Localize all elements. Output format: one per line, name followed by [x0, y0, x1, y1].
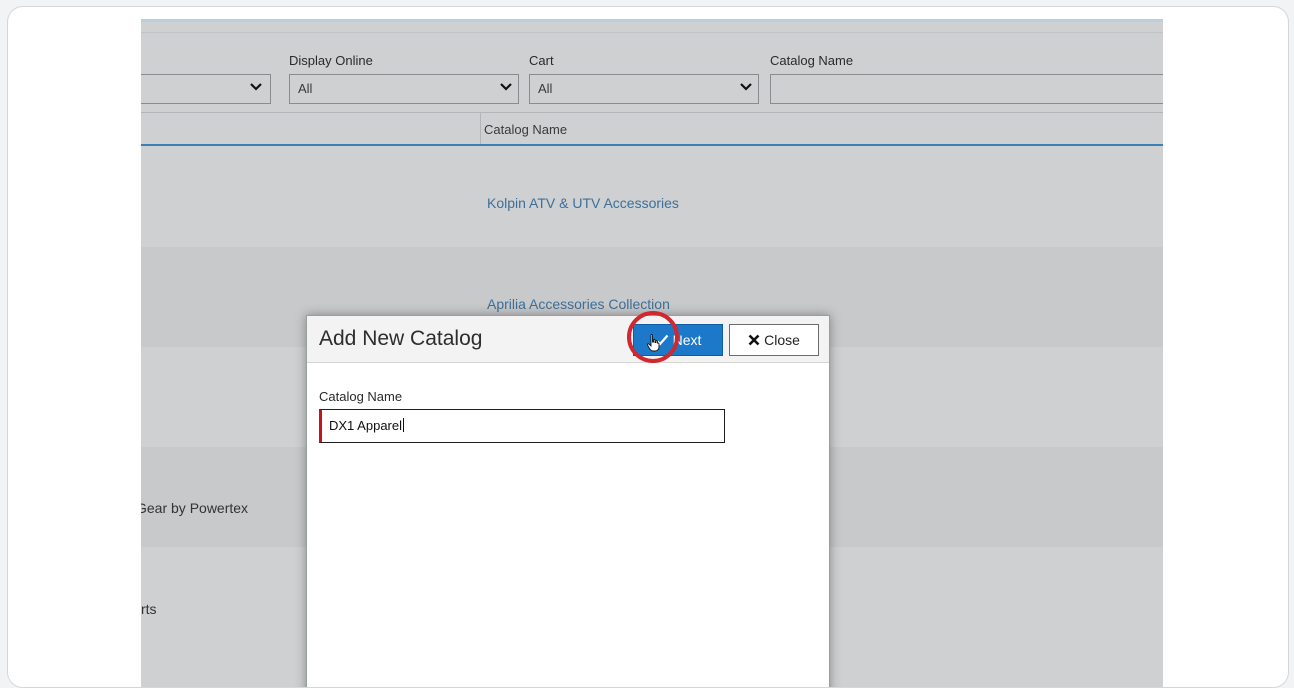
- catalog-link[interactable]: Kolpin ATV & UTV Accessories: [487, 195, 679, 211]
- catalog-name-filter-label: Catalog Name: [770, 53, 854, 68]
- chevron-down-icon: [737, 80, 755, 98]
- chevron-down-icon: [497, 80, 515, 98]
- toolbar-divider: [141, 32, 1163, 33]
- display-online-label: Display Online: [289, 53, 373, 68]
- cart-select[interactable]: All: [529, 74, 759, 104]
- table-row[interactable]: Kolpin ATV & UTV Accessories: [141, 147, 1163, 247]
- display-online-value: All: [298, 81, 313, 96]
- add-catalog-dialog: Add New Catalog Next Close Catalog Name …: [306, 315, 830, 687]
- catalog-name-filter-input[interactable]: [770, 74, 1163, 104]
- row-left-text: Gear by Powertex: [141, 500, 249, 516]
- text-caret: [403, 418, 404, 432]
- dialog-header: Add New Catalog Next Close: [307, 316, 829, 363]
- catalog-link[interactable]: Aprilia Accessories Collection: [487, 296, 670, 312]
- chevron-down-icon: [247, 80, 265, 98]
- cart-label: Cart: [529, 53, 554, 68]
- close-button-label: Close: [764, 332, 800, 348]
- screenshot-frame: Display Online All Cart All Catalog Name…: [7, 6, 1289, 688]
- cart-value: All: [538, 81, 553, 96]
- close-icon: [748, 334, 760, 346]
- top-accent-line: [141, 19, 1163, 22]
- column-divider: [480, 113, 481, 144]
- display-online-select[interactable]: All: [289, 74, 519, 104]
- checkmark-icon: [655, 333, 669, 347]
- next-button-label: Next: [672, 332, 702, 348]
- catalog-name-input[interactable]: DX1 Apparel: [319, 409, 725, 443]
- close-button[interactable]: Close: [729, 324, 819, 356]
- table-header: Catalog Name: [141, 112, 1163, 146]
- catalog-name-label: Catalog Name: [319, 389, 403, 404]
- column-header-catalog-name[interactable]: Catalog Name: [484, 122, 567, 137]
- dialog-title: Add New Catalog: [319, 327, 483, 350]
- catalog-name-input-value: DX1 Apparel: [329, 418, 402, 433]
- next-button[interactable]: Next: [633, 324, 723, 356]
- row-left-text: rts: [141, 601, 157, 617]
